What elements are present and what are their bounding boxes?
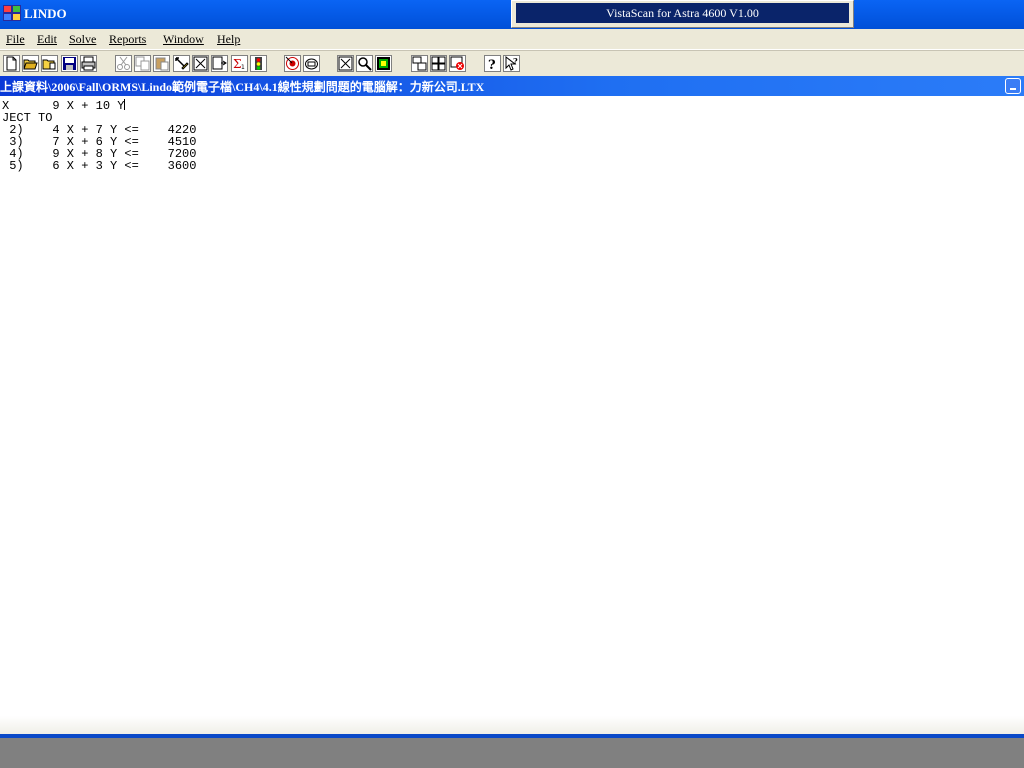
- cascade-icon[interactable]: [411, 55, 428, 72]
- menu-reports[interactable]: Reports: [109, 32, 146, 47]
- help-icon[interactable]: ?: [484, 55, 501, 72]
- menu-solve-label: Solve: [69, 32, 97, 46]
- close-all-icon[interactable]: [449, 55, 466, 72]
- svg-text:?: ?: [488, 58, 496, 71]
- document-title: 上課資料\2006\Fall\ORMS\Lindo範例電子檔\CH4\4.1線性…: [0, 80, 485, 94]
- app-title: LINDO: [24, 6, 67, 21]
- menu-edit[interactable]: Edit: [37, 32, 57, 47]
- svg-text:1: 1: [241, 64, 245, 71]
- menu-help[interactable]: Help: [217, 32, 240, 47]
- list-icon[interactable]: [303, 55, 320, 72]
- menu-window-label: Window: [163, 32, 204, 46]
- save-icon[interactable]: [61, 55, 78, 72]
- menu-reports-label: Reports: [109, 32, 147, 46]
- cut-icon[interactable]: [115, 55, 132, 72]
- vistascan-title: VistaScan for Astra 4600 V1.00: [516, 3, 849, 23]
- view-icon[interactable]: [41, 55, 58, 72]
- context-help-icon[interactable]: ?: [503, 55, 520, 72]
- find-icon[interactable]: [192, 55, 209, 72]
- menu-file[interactable]: File: [6, 32, 25, 47]
- workspace-background: [0, 738, 1024, 768]
- model-text[interactable]: X 9 X + 10 Y JECT TO 2) 4 X + 7 Y <= 422…: [2, 99, 196, 172]
- open-file-icon[interactable]: [22, 55, 39, 72]
- document-title-bar: 上課資料\2006\Fall\ORMS\Lindo範例電子檔\CH4\4.1線性…: [0, 76, 1024, 96]
- clear-icon[interactable]: [173, 55, 190, 72]
- stop-icon[interactable]: [250, 55, 267, 72]
- look-icon[interactable]: [356, 55, 373, 72]
- horizontal-scroll-area[interactable]: [0, 716, 1024, 734]
- svg-text:?: ?: [513, 56, 518, 66]
- go-icon[interactable]: [284, 55, 301, 72]
- new-file-icon[interactable]: [3, 55, 20, 72]
- goto-icon[interactable]: [211, 55, 228, 72]
- paste-icon[interactable]: [153, 55, 170, 72]
- menu-window[interactable]: Window: [163, 32, 204, 47]
- menu-file-label: File: [6, 32, 25, 46]
- model-editor[interactable]: X 9 X + 10 Y JECT TO 2) 4 X + 7 Y <= 422…: [0, 96, 1024, 716]
- document-minimize-button[interactable]: [1005, 78, 1021, 94]
- menu-solve[interactable]: Solve: [69, 32, 96, 47]
- text-caret: [124, 99, 126, 110]
- tile-icon[interactable]: [430, 55, 447, 72]
- print-icon[interactable]: [80, 55, 97, 72]
- sum-icon[interactable]: Σ1: [231, 55, 248, 72]
- menu-edit-label: Edit: [37, 32, 57, 46]
- vistascan-window[interactable]: VistaScan for Astra 4600 V1.00: [511, 0, 854, 28]
- menu-bar: File Edit Solve Reports Window Help: [0, 29, 1024, 49]
- lindo-app-icon[interactable]: [3, 5, 21, 21]
- menu-help-label: Help: [217, 32, 241, 46]
- toolbar: Σ1 ? ?: [0, 50, 1024, 77]
- picture-icon[interactable]: [375, 55, 392, 72]
- copy-icon[interactable]: [134, 55, 151, 72]
- model-line-constraint-5: 5) 6 X + 3 Y <= 3600: [2, 159, 197, 173]
- options-icon[interactable]: [337, 55, 354, 72]
